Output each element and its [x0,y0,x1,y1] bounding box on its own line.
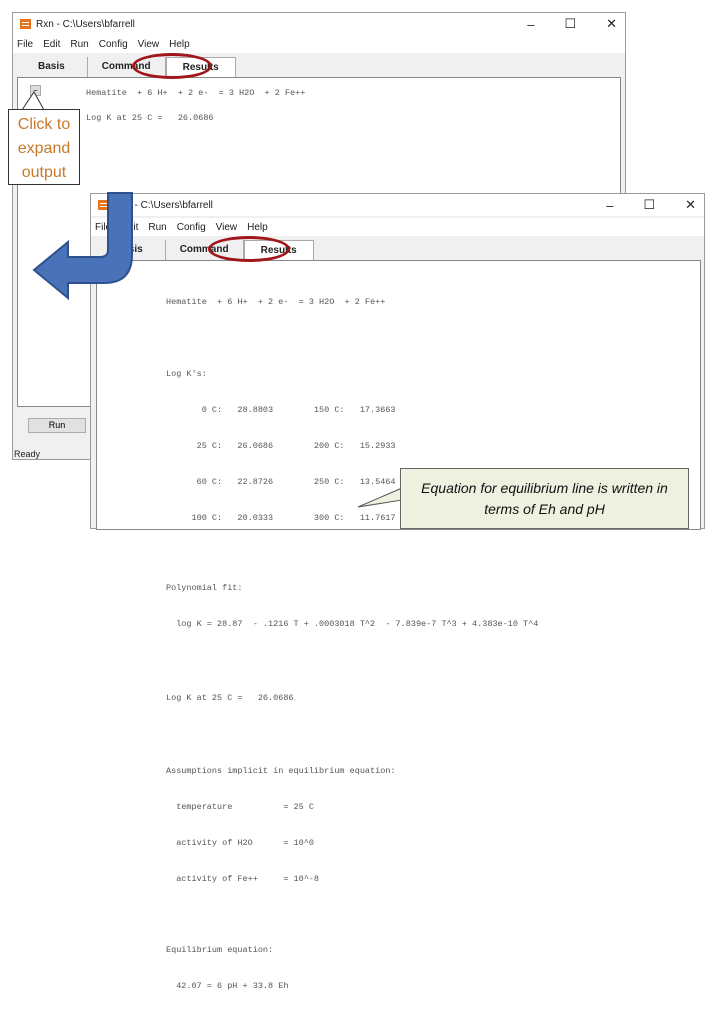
assumption-row: activity of H2O = 10^0 [166,838,314,848]
poly-fit: log K = 28.87 - .1216 T + .0003018 T^2 -… [166,619,539,629]
equation-callout-text: Equation for equilibrium line is written… [421,480,668,517]
assumption-row: temperature = 25 C [166,802,314,812]
assumption-row: activity of Fe++ = 10^-8 [166,874,320,884]
logk-25: Log K at 25 C = 26.0686 [166,693,294,703]
equation-callout: Equation for equilibrium line is written… [400,468,689,529]
assumptions-header: Assumptions implicit in equilibrium equa… [166,766,396,776]
equation-header: Equilibrium equation: [166,945,274,955]
equilibrium-equation: 42.07 = 6 pH + 33.8 Eh [166,981,289,991]
poly-header: Polynomial fit: [166,583,243,593]
callout-pointer [357,487,403,508]
